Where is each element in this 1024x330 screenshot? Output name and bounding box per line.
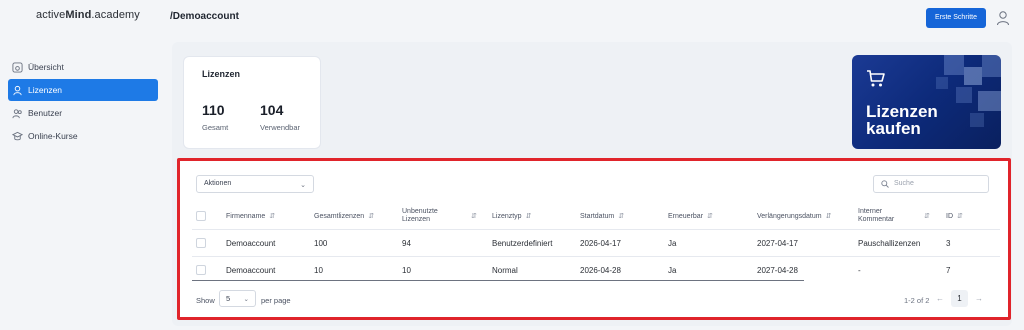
column-header-id[interactable]: ID ⇵ <box>946 212 963 220</box>
sidebar-item-label: Lizenzen <box>28 85 63 95</box>
select-all-checkbox[interactable] <box>196 211 206 221</box>
user-icon[interactable] <box>996 10 1010 26</box>
sidebar-item-online-courses[interactable]: Online-Kurse <box>8 125 158 147</box>
sort-icon: ⇵ <box>957 213 963 220</box>
sidebar-item-licenses[interactable]: Lizenzen <box>8 79 158 101</box>
column-header-start-date[interactable]: Startdatum ⇵ <box>580 212 624 220</box>
page-size-select[interactable]: 5 ⌄ <box>219 290 256 307</box>
table-cell-total: 10 <box>314 266 323 275</box>
sort-icon: ⇵ <box>924 213 930 220</box>
first-steps-button[interactable]: Erste Schritte <box>926 8 986 28</box>
header-divider <box>192 229 1000 230</box>
usable-licenses-label: Verwendbar <box>260 123 301 132</box>
pagination-range: 1-2 of 2 <box>904 296 930 305</box>
table-cell-renewal: 2027-04-28 <box>757 266 798 275</box>
table-cell-total: 100 <box>314 239 328 248</box>
row-divider <box>192 256 1000 257</box>
total-licenses-value: 110 <box>202 102 225 118</box>
column-header-company[interactable]: Firmenname ⇵ <box>226 212 275 220</box>
next-page-icon[interactable]: → <box>975 294 983 303</box>
actions-dropdown[interactable]: Aktionen ⌄ <box>196 175 314 193</box>
license-stats-card: Lizenzen 110 Gesamt 104 Verwendbar <box>183 56 321 149</box>
per-page-label: per page <box>261 296 291 305</box>
buy-licenses-label: Lizenzen kaufen <box>866 103 938 137</box>
logo-suffix: .academy <box>91 9 140 21</box>
column-header-unused-sort[interactable]: ⇵ <box>467 212 477 220</box>
table-cell-comment: Pauschallizenzen <box>858 239 921 248</box>
sidebar-item-label: Übersicht <box>28 62 64 72</box>
dashboard-icon <box>12 61 23 73</box>
sidebar-item-overview[interactable]: Übersicht <box>8 56 158 78</box>
sort-icon: ⇵ <box>471 213 477 220</box>
sidebar-item-label: Online-Kurse <box>28 131 78 141</box>
table-cell-id: 3 <box>946 239 951 248</box>
sidebar-item-label: Benutzer <box>28 108 63 118</box>
usable-licenses-value: 104 <box>260 102 284 118</box>
sort-icon: ⇵ <box>269 213 276 220</box>
table-cell-start: 2026-04-28 <box>580 266 621 275</box>
table-cell-type: Benutzerdefiniert <box>492 239 553 248</box>
sort-icon: ⇵ <box>525 213 532 220</box>
prev-page-icon[interactable]: ← <box>936 294 944 303</box>
sidebar-item-users[interactable]: Benutzer <box>8 102 158 124</box>
buy-line-2: kaufen <box>866 119 921 138</box>
sort-icon: ⇵ <box>368 213 375 220</box>
buy-line-1: Lizenzen <box>866 102 938 121</box>
cart-icon <box>867 70 885 87</box>
column-header-internal-comment[interactable]: Interner Kommentar <box>858 208 910 224</box>
stats-title: Lizenzen <box>202 69 241 79</box>
top-bar: activeMind.academy /Demoaccount Erste Sc… <box>0 0 1024 36</box>
search-input[interactable]: Suche <box>873 175 989 193</box>
sidebar: Übersicht Lizenzen Benutzer Online-Kurse <box>8 56 158 148</box>
actions-label: Aktionen <box>204 180 232 187</box>
column-header-renewable[interactable]: Erneuerbar ⇵ <box>668 212 713 220</box>
logo-bold: Mind <box>65 9 92 21</box>
table-cell-renewable: Ja <box>668 266 677 275</box>
table-cell-unused: 94 <box>402 239 411 248</box>
row-divider <box>192 280 804 281</box>
table-cell-renewable: Ja <box>668 239 677 248</box>
courses-icon <box>12 131 23 140</box>
search-placeholder: Suche <box>894 180 914 187</box>
table-cell-type: Normal <box>492 266 518 275</box>
row-checkbox[interactable] <box>196 238 206 248</box>
total-licenses-label: Gesamt <box>202 123 229 132</box>
table-cell-renewal: 2027-04-17 <box>757 239 798 248</box>
page-size-value: 5 <box>226 294 231 303</box>
sort-icon: ⇵ <box>707 213 713 220</box>
table-cell-comment: - <box>858 266 861 275</box>
column-header-total-licenses[interactable]: Gesamtlizenzen ⇵ <box>314 212 374 220</box>
app-logo[interactable]: activeMind.academy <box>36 9 140 21</box>
show-label: Show <box>196 296 215 305</box>
table-cell-company[interactable]: Demoaccount <box>226 266 275 275</box>
page-button-current[interactable]: 1 <box>951 290 968 307</box>
breadcrumb: /Demoaccount <box>170 11 239 22</box>
sort-icon: ⇵ <box>825 213 832 220</box>
table-cell-company[interactable]: Demoaccount <box>226 239 275 248</box>
column-header-comment-sort[interactable]: ⇵ <box>920 212 930 220</box>
row-checkbox[interactable] <box>196 265 206 275</box>
column-header-unused-licenses[interactable]: Unbenutzte Lizenzen <box>402 208 448 224</box>
chevron-down-icon: ⌄ <box>243 296 249 303</box>
chevron-down-icon: ⌄ <box>300 182 306 189</box>
column-header-license-type[interactable]: Lizenztyp ⇵ <box>492 212 531 220</box>
users-icon <box>12 108 22 118</box>
buy-licenses-card[interactable]: Lizenzen kaufen <box>852 55 1001 149</box>
table-cell-unused: 10 <box>402 266 411 275</box>
table-cell-start: 2026-04-17 <box>580 239 621 248</box>
logo-prefix: active <box>36 9 66 21</box>
license-icon <box>13 85 22 95</box>
sort-icon: ⇵ <box>618 213 625 220</box>
table-cell-id: 7 <box>946 266 951 275</box>
search-icon <box>881 180 889 188</box>
column-header-renewal-date[interactable]: Verlängerungsdatum ⇵ <box>757 212 831 220</box>
